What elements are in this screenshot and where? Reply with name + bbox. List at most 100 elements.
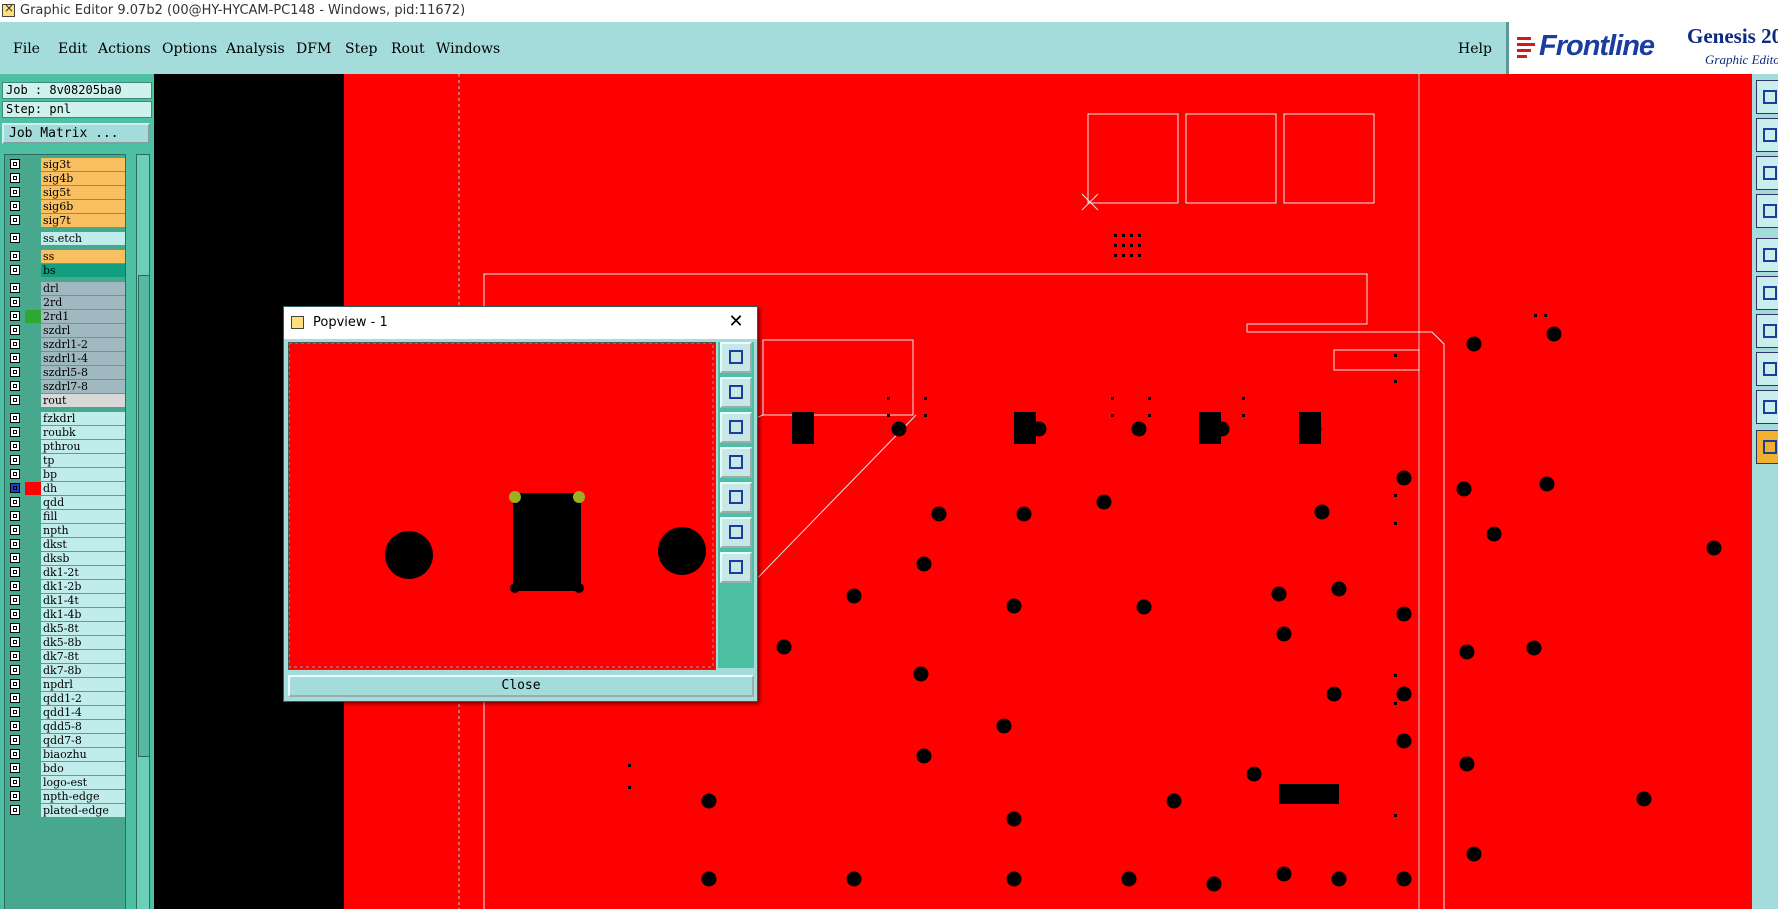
layer-name[interactable]: drl	[41, 282, 125, 295]
layer-row-dk1-2b[interactable]: dk1-2b	[5, 579, 125, 594]
layer-name[interactable]: qdd1-2	[41, 692, 125, 705]
layer-color-swatch[interactable]	[25, 250, 41, 263]
layer-name[interactable]: qdd1-4	[41, 706, 125, 719]
menu-windows[interactable]: Windows	[436, 41, 500, 57]
layer-row-dh[interactable]: dh	[5, 481, 125, 496]
layer-checkbox[interactable]	[10, 159, 20, 169]
line-tool-icon[interactable]	[1756, 314, 1778, 348]
layer-row-2rd1[interactable]: 2rd1	[5, 309, 125, 324]
popview-close-icon[interactable]: ✕	[726, 312, 746, 332]
layer-checkbox[interactable]	[10, 339, 20, 349]
layer-checkbox[interactable]	[10, 233, 20, 243]
layer-checkbox[interactable]	[10, 427, 20, 437]
layer-color-swatch[interactable]	[25, 538, 41, 551]
layer-checkbox[interactable]	[10, 665, 20, 675]
layer-name[interactable]: dk7-8t	[41, 650, 125, 663]
layer-color-swatch[interactable]	[25, 366, 41, 379]
layer-color-swatch[interactable]	[25, 310, 41, 323]
layer-name[interactable]: sig5t	[41, 186, 125, 199]
layer-name[interactable]: szdrl7-8	[41, 380, 125, 393]
layer-row-qdd[interactable]: qdd	[5, 495, 125, 510]
layer-row-npdrl[interactable]: npdrl	[5, 677, 125, 692]
layer-color-swatch[interactable]	[25, 692, 41, 705]
menu-step[interactable]: Step	[345, 41, 377, 57]
layer-color-swatch[interactable]	[25, 296, 41, 309]
layer-row-2rd[interactable]: 2rd	[5, 295, 125, 310]
layer-checkbox[interactable]	[10, 623, 20, 633]
layer-checkbox[interactable]	[10, 539, 20, 549]
layer-color-swatch[interactable]	[25, 282, 41, 295]
layer-name[interactable]: logo-est	[41, 776, 125, 789]
layer-row-tp[interactable]: tp	[5, 453, 125, 468]
layer-checkbox[interactable]	[10, 791, 20, 801]
layer-checkbox[interactable]	[10, 215, 20, 225]
layer-color-swatch[interactable]	[25, 678, 41, 691]
layer-row-dk1-4b[interactable]: dk1-4b	[5, 607, 125, 622]
menu-actions[interactable]: Actions	[98, 41, 151, 57]
layer-checkbox[interactable]	[10, 173, 20, 183]
layer-checkbox[interactable]	[10, 749, 20, 759]
layer-color-swatch[interactable]	[25, 454, 41, 467]
layer-name[interactable]: dk1-2b	[41, 580, 125, 593]
layer-color-swatch[interactable]	[25, 650, 41, 663]
layer-row-qdd1-2[interactable]: qdd1-2	[5, 691, 125, 706]
layer-row-dksb[interactable]: dksb	[5, 551, 125, 566]
layer-name[interactable]: qdd5-8	[41, 720, 125, 733]
layer-row-dk7-8t[interactable]: dk7-8t	[5, 649, 125, 664]
layer-row-logo-est[interactable]: logo-est	[5, 775, 125, 790]
layer-checkbox[interactable]	[10, 311, 20, 321]
layer-color-swatch[interactable]	[25, 200, 41, 213]
layer-name[interactable]: sig7t	[41, 214, 125, 227]
layer-name[interactable]: dk1-4b	[41, 608, 125, 621]
menu-help[interactable]: Help	[1458, 41, 1492, 57]
layer-checkbox[interactable]	[10, 187, 20, 197]
layer-row-bp[interactable]: bp	[5, 467, 125, 482]
layer-checkbox[interactable]	[10, 553, 20, 563]
job-matrix-button[interactable]: Job Matrix ...	[2, 123, 150, 144]
select-area-icon[interactable]	[1756, 352, 1778, 386]
zoom-out-icon[interactable]	[1756, 156, 1778, 190]
draw-tool-icon[interactable]	[1756, 390, 1778, 424]
popview-zoom-icon[interactable]	[720, 342, 752, 373]
layer-name[interactable]: npth-edge	[41, 790, 125, 803]
pointer-icon[interactable]	[1756, 430, 1778, 464]
popview-pan-right-icon[interactable]	[720, 482, 752, 513]
layer-checkbox[interactable]	[10, 413, 20, 423]
layer-name[interactable]: dk1-2t	[41, 566, 125, 579]
layer-row-bdo[interactable]: bdo	[5, 761, 125, 776]
layer-row-dk1-2t[interactable]: dk1-2t	[5, 565, 125, 580]
layer-name[interactable]: tp	[41, 454, 125, 467]
layer-row-dk7-8b[interactable]: dk7-8b	[5, 663, 125, 678]
layer-name[interactable]: dksb	[41, 552, 125, 565]
layer-name[interactable]: bs	[41, 264, 125, 277]
layer-color-swatch[interactable]	[25, 510, 41, 523]
layer-row-szdrl7-8[interactable]: szdrl7-8	[5, 379, 125, 394]
popview-zoom-view[interactable]	[288, 342, 716, 670]
zoom-home-icon[interactable]	[1756, 80, 1778, 114]
layer-row-sig7t[interactable]: sig7t	[5, 213, 125, 228]
layer-name[interactable]: szdrl5-8	[41, 366, 125, 379]
menu-options[interactable]: Options	[162, 41, 217, 57]
layer-color-swatch[interactable]	[25, 734, 41, 747]
layer-color-swatch[interactable]	[25, 380, 41, 393]
layer-color-swatch[interactable]	[25, 594, 41, 607]
layer-color-swatch[interactable]	[25, 524, 41, 537]
scrollbar-thumb[interactable]	[138, 275, 150, 757]
layer-row-pthrou[interactable]: pthrou	[5, 439, 125, 454]
layer-color-swatch[interactable]	[25, 608, 41, 621]
menu-file[interactable]: File	[13, 41, 40, 57]
popview-pan-down-icon[interactable]	[720, 412, 752, 443]
layer-checkbox[interactable]	[10, 483, 20, 493]
layer-row-rout[interactable]: rout	[5, 393, 125, 408]
layer-color-swatch[interactable]	[25, 214, 41, 227]
layer-row-npth-edge[interactable]: npth-edge	[5, 789, 125, 804]
layer-color-swatch[interactable]	[25, 706, 41, 719]
layer-checkbox[interactable]	[10, 353, 20, 363]
layer-name[interactable]: npth	[41, 524, 125, 537]
layer-checkbox[interactable]	[10, 367, 20, 377]
popview-zoom-in-icon[interactable]	[720, 517, 752, 548]
menu-edit[interactable]: Edit	[58, 41, 87, 57]
layer-name[interactable]: ss.etch	[41, 232, 125, 245]
layer-color-swatch[interactable]	[25, 762, 41, 775]
layer-name[interactable]: szdrl1-4	[41, 352, 125, 365]
